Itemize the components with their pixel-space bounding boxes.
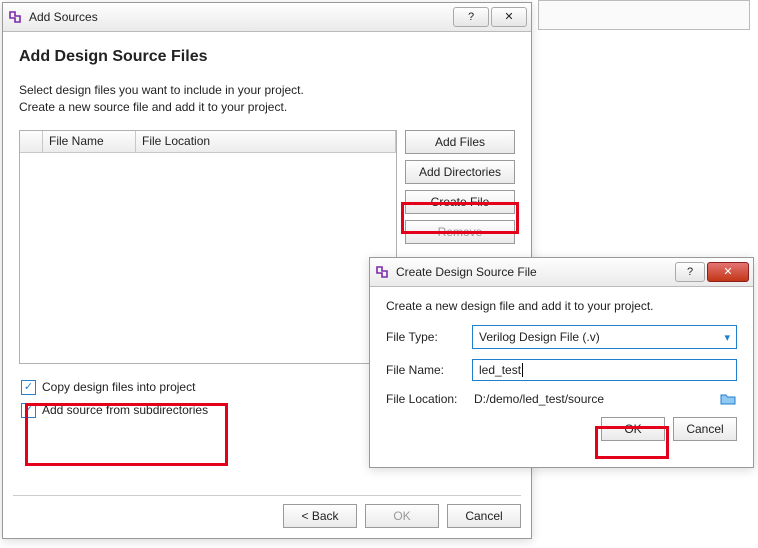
grid-header-row: File Name File Location xyxy=(20,131,396,153)
grid-header-file-location[interactable]: File Location xyxy=(136,131,396,152)
dialog-footer: OK Cancel xyxy=(386,417,737,441)
file-location-row: File Location: D:/demo/led_test/source xyxy=(386,391,737,407)
create-design-source-dialog: Create Design Source File ? ✕ Create a n… xyxy=(369,257,754,468)
add-directories-button[interactable]: Add Directories xyxy=(405,160,515,184)
bg-fragment xyxy=(538,0,750,30)
ok-button: OK xyxy=(365,504,439,528)
window-title: Create Design Source File xyxy=(396,265,537,279)
grid-body-empty xyxy=(20,153,396,363)
file-location-label: File Location: xyxy=(386,392,472,406)
grid-header-file-name[interactable]: File Name xyxy=(43,131,136,152)
file-type-row: File Type: Verilog Design File (.v) ▾ xyxy=(386,325,737,349)
file-name-input[interactable]: led_test xyxy=(472,359,737,381)
file-type-value: Verilog Design File (.v) xyxy=(479,330,600,344)
create-file-button[interactable]: Create File xyxy=(405,190,515,214)
file-name-label: File Name: xyxy=(386,363,472,377)
cancel-button[interactable]: Cancel xyxy=(447,504,521,528)
app-icon xyxy=(374,264,390,280)
add-files-button[interactable]: Add Files xyxy=(405,130,515,154)
browse-folder-icon[interactable] xyxy=(719,391,737,407)
file-name-value: led_test xyxy=(479,363,521,377)
titlebar: Create Design Source File ? ✕ xyxy=(370,258,753,287)
instruction-line: Select design files you want to include … xyxy=(19,82,515,99)
app-icon xyxy=(7,9,23,25)
instructions: Select design files you want to include … xyxy=(19,82,515,116)
file-name-row: File Name: led_test xyxy=(386,359,737,381)
close-button[interactable]: ✕ xyxy=(491,7,527,27)
file-location-value: D:/demo/led_test/source xyxy=(472,392,713,406)
checkbox-checked-icon[interactable]: ✓ xyxy=(21,380,36,395)
text-caret xyxy=(522,363,523,377)
checkbox-checked-icon[interactable]: ✓ xyxy=(21,403,36,418)
file-type-combo[interactable]: Verilog Design File (.v) ▾ xyxy=(472,325,737,349)
remove-button: Remove xyxy=(405,220,515,244)
instruction-line: Create a new source file and add it to y… xyxy=(19,99,515,116)
close-button[interactable]: ✕ xyxy=(707,262,749,282)
page-heading: Add Design Source Files xyxy=(19,48,515,66)
checkbox-label: Add source from subdirectories xyxy=(42,403,208,417)
chevron-down-icon: ▾ xyxy=(724,331,730,344)
dialog-footer: < Back OK Cancel xyxy=(13,495,521,528)
grid-header-spacer xyxy=(20,131,43,152)
cancel-button[interactable]: Cancel xyxy=(673,417,737,441)
back-button[interactable]: < Back xyxy=(283,504,357,528)
help-button[interactable]: ? xyxy=(453,7,489,27)
titlebar: Add Sources ? ✕ xyxy=(3,3,531,32)
help-button[interactable]: ? xyxy=(675,262,705,282)
ok-button[interactable]: OK xyxy=(601,417,665,441)
checkbox-label: Copy design files into project xyxy=(42,380,195,394)
file-type-label: File Type: xyxy=(386,330,472,344)
instructions: Create a new design file and add it to y… xyxy=(386,299,737,313)
window-title: Add Sources xyxy=(29,10,98,24)
files-grid[interactable]: File Name File Location xyxy=(19,130,397,364)
